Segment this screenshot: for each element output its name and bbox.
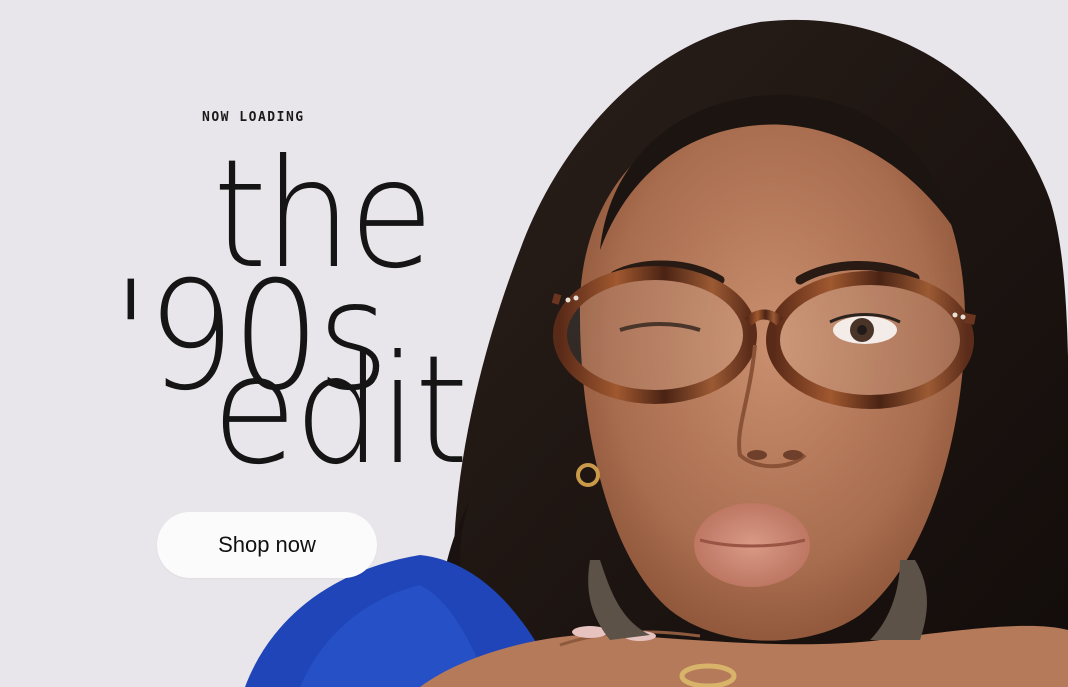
shop-now-button[interactable]: Shop now (157, 512, 377, 578)
headline-line-3: edit (212, 324, 469, 498)
hero-banner[interactable]: NOW LOADING the '90s edit Shop now (0, 0, 1068, 687)
headline: the '90s edit (0, 0, 500, 500)
